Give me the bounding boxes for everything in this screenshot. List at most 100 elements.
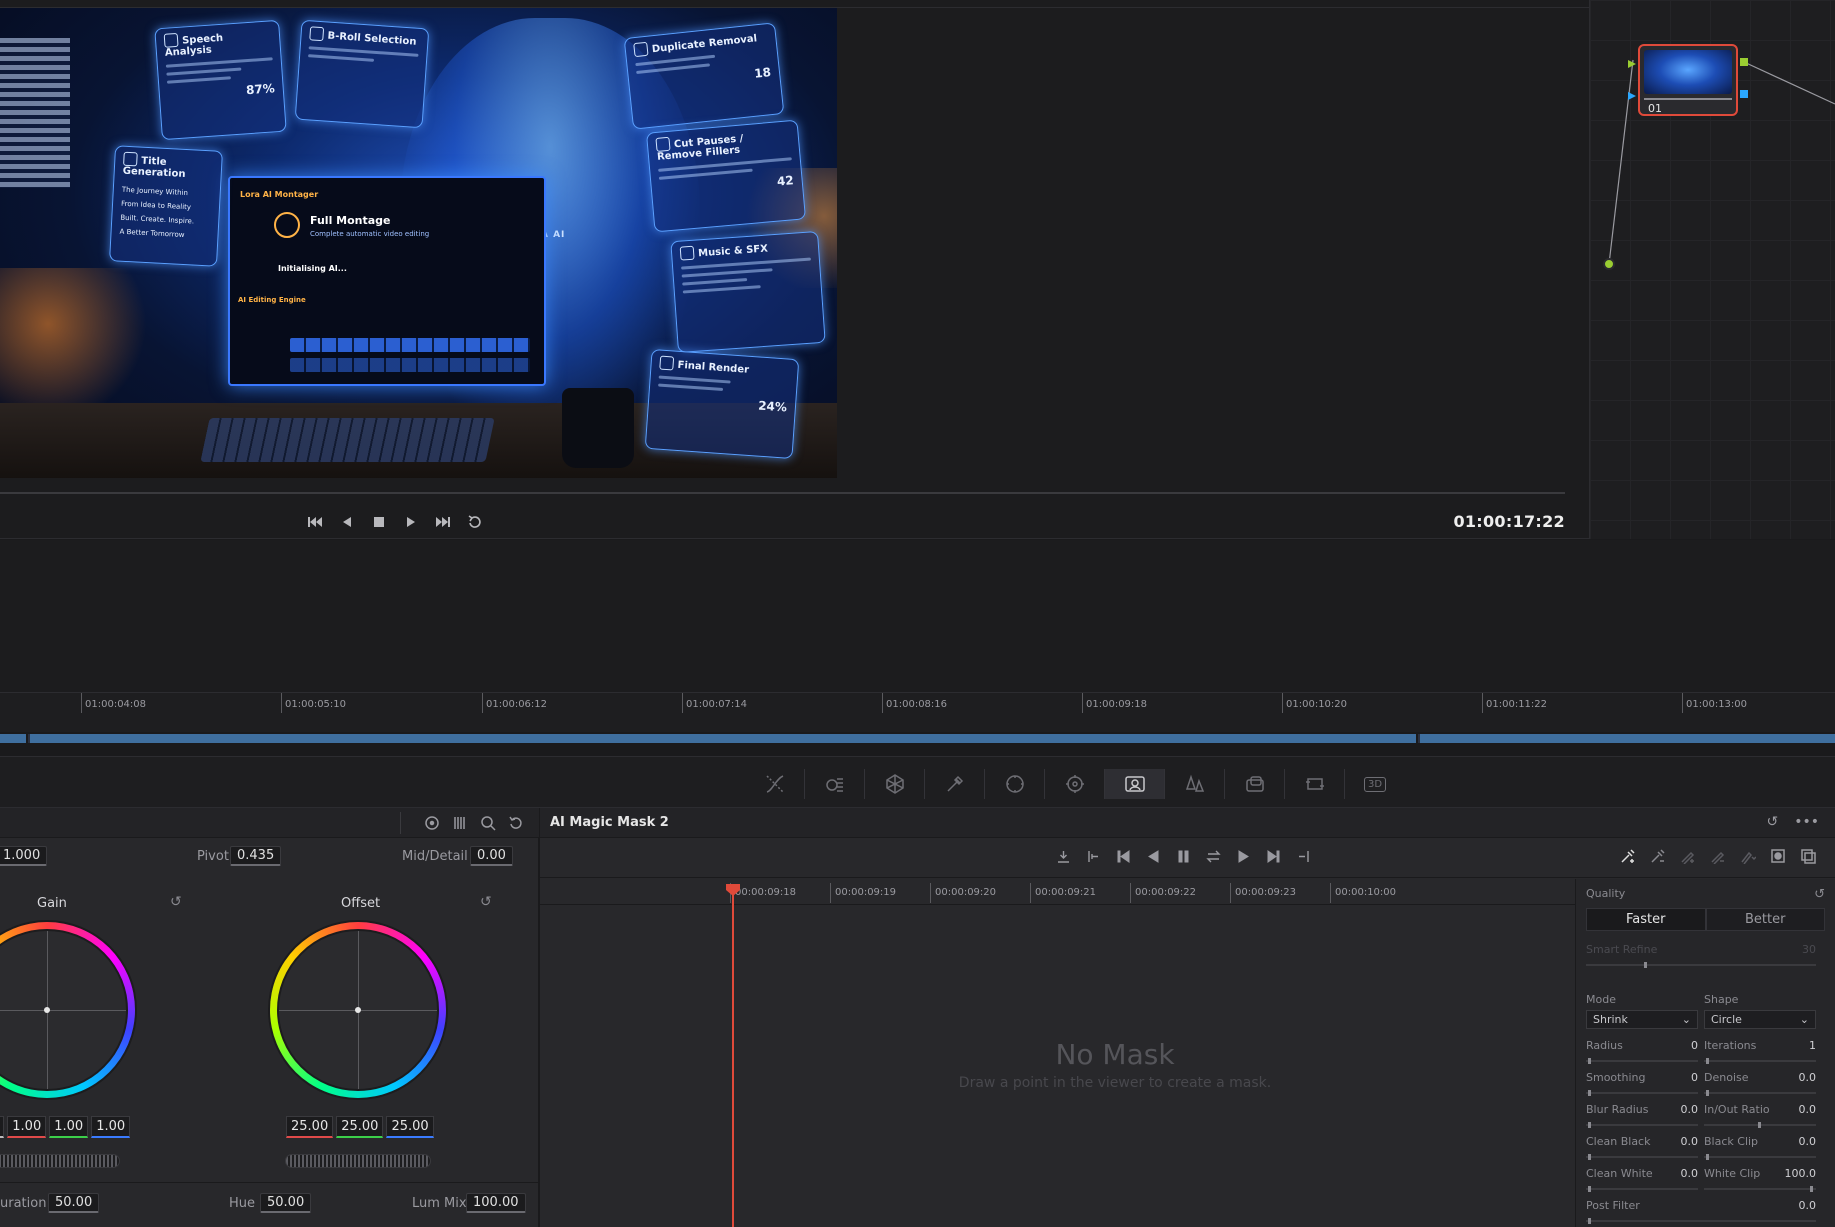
gain-green-field[interactable]: 1.00: [49, 1116, 89, 1138]
gain-master-field[interactable]: 0: [0, 1116, 5, 1138]
color-warper-icon[interactable]: [805, 769, 865, 799]
lum-mix-field[interactable]: 100.00: [466, 1193, 526, 1213]
viewer-frame[interactable]: LORA AI Lora AI Montager Full Montage Co…: [0, 8, 837, 478]
iterations-slider[interactable]: Iterations 1: [1704, 1039, 1816, 1064]
card-title-generation: Title Generation The Journey Within From…: [109, 145, 223, 267]
clean-black-slider[interactable]: Clean Black 0.0: [1586, 1135, 1698, 1160]
color-node-01[interactable]: 01: [1638, 44, 1738, 116]
mode-dropdown[interactable]: Shrink ⌄: [1586, 1010, 1698, 1029]
eyedropper-icon[interactable]: [925, 769, 985, 799]
skip-to-end-button[interactable]: [432, 511, 454, 533]
mark-in-icon[interactable]: [1085, 848, 1102, 865]
timeline-track: [0, 734, 1835, 743]
primaries-bars-icon[interactable]: [451, 814, 469, 832]
offset-wheel[interactable]: [270, 922, 446, 1098]
monitor-engine: AI Editing Engine: [238, 296, 306, 304]
quality-toggle: Faster Better: [1586, 908, 1825, 931]
skip-to-start-button[interactable]: [304, 511, 326, 533]
timeline-ruler[interactable]: 01:00:04:08 01:00:05:10 01:00:06:12 01:0…: [0, 692, 1835, 732]
gain-blue-field[interactable]: 1.00: [91, 1116, 131, 1138]
clean-white-slider[interactable]: Clean White 0.0: [1586, 1167, 1698, 1192]
blur-icon[interactable]: [1165, 769, 1225, 799]
hsl-qualifier-icon[interactable]: [865, 769, 925, 799]
timeline-tick: 01:00:13:00: [1682, 693, 1747, 713]
mask-playhead[interactable]: [732, 886, 734, 1227]
mask-ruler[interactable]: 00:00:09:18 00:00:09:19 00:00:09:20 00:0…: [540, 879, 1575, 905]
overlay-icon[interactable]: [1769, 847, 1787, 865]
gain-wheel[interactable]: [0, 922, 135, 1098]
timeline-clip[interactable]: [30, 734, 1418, 743]
track-forward-icon[interactable]: [1235, 848, 1252, 865]
play-reverse-button[interactable]: [336, 511, 358, 533]
log-wheels-icon[interactable]: [479, 814, 497, 832]
node-key-output-port[interactable]: [1740, 90, 1748, 98]
white-clip-slider[interactable]: White Clip 100.0: [1704, 1167, 1816, 1192]
source-node-pin[interactable]: [1603, 258, 1615, 270]
skip-to-start-icon[interactable]: [1115, 848, 1132, 865]
hue-field[interactable]: 50.00: [260, 1193, 312, 1213]
smart-refine-slider[interactable]: Smart Refine 30: [1586, 943, 1816, 968]
pen-add-icon[interactable]: [1679, 847, 1697, 865]
radius-slider[interactable]: Radius 0: [1586, 1039, 1698, 1064]
key-icon[interactable]: [1225, 769, 1285, 799]
timeline-empty-area: [0, 540, 1835, 692]
track-bidirectional-icon[interactable]: [1205, 848, 1222, 865]
reset-icon[interactable]: ↺: [1766, 814, 1778, 830]
stop-button[interactable]: [368, 511, 390, 533]
pen-subtract-icon[interactable]: [1709, 847, 1727, 865]
pivot-field[interactable]: 0.435: [230, 846, 282, 866]
contrast-field[interactable]: 1.000: [0, 846, 48, 866]
more-options-icon[interactable]: •••: [1794, 814, 1819, 830]
mid-detail-field[interactable]: 0.00: [470, 846, 513, 866]
blur-radius-slider[interactable]: Blur Radius 0.0: [1586, 1103, 1698, 1128]
gain-jog-wheel[interactable]: [0, 1154, 120, 1168]
mask-view-icon[interactable]: [1799, 847, 1817, 865]
sizing-icon[interactable]: [1285, 769, 1345, 799]
loop-icon[interactable]: [464, 511, 486, 533]
black-clip-slider[interactable]: Black Clip 0.0: [1704, 1135, 1816, 1160]
reset-icon[interactable]: [507, 814, 525, 832]
pen-options-icon[interactable]: [1739, 847, 1757, 865]
viewer-scrubber[interactable]: [0, 492, 1565, 494]
play-button[interactable]: [400, 511, 422, 533]
tracker-icon[interactable]: [1045, 769, 1105, 799]
track-reverse-icon[interactable]: [1145, 848, 1162, 865]
gain-red-field[interactable]: 1.00: [7, 1116, 47, 1138]
mark-out-icon[interactable]: [1295, 848, 1312, 865]
3d-icon[interactable]: 3D: [1345, 769, 1405, 799]
offset-red-field[interactable]: 25.00: [286, 1116, 334, 1138]
primaries-wheels-icon[interactable]: [423, 814, 441, 832]
window-icon[interactable]: [985, 769, 1045, 799]
add-point-icon[interactable]: [1619, 847, 1637, 865]
quality-reset-icon[interactable]: ↺: [1814, 887, 1825, 902]
in-out-ratio-slider[interactable]: In/Out Ratio 0.0: [1704, 1103, 1817, 1128]
offset-jog-wheel[interactable]: [285, 1154, 431, 1168]
pause-icon[interactable]: [1175, 848, 1192, 865]
offset-green-field[interactable]: 25.00: [336, 1116, 384, 1138]
shape-dropdown[interactable]: Circle ⌄: [1704, 1010, 1816, 1029]
magic-mask-icon[interactable]: [1105, 769, 1165, 799]
better-button[interactable]: Better: [1705, 908, 1825, 931]
offset-puck[interactable]: [355, 1007, 361, 1013]
smoothing-slider[interactable]: Smoothing 0: [1586, 1071, 1698, 1096]
denoise-slider[interactable]: Denoise 0.0: [1704, 1071, 1816, 1096]
wheels-header: [0, 808, 539, 838]
timeline-clip[interactable]: [0, 734, 28, 743]
faster-button[interactable]: Faster: [1586, 908, 1706, 931]
timeline-clip[interactable]: [1420, 734, 1835, 743]
curves-icon[interactable]: [745, 769, 805, 799]
mask-tick: 00:00:09:22: [1130, 883, 1196, 903]
gain-puck[interactable]: [44, 1007, 50, 1013]
card-percentage: 24%: [757, 398, 788, 415]
node-output-port[interactable]: [1740, 58, 1748, 66]
post-filter-slider[interactable]: Post Filter 0.0: [1586, 1199, 1816, 1224]
gain-reset-icon[interactable]: ↺: [170, 894, 182, 910]
offset-reset-icon[interactable]: ↺: [480, 894, 492, 910]
saturation-field[interactable]: 50.00: [48, 1193, 100, 1213]
offset-title: Offset: [341, 896, 381, 911]
slider-value: 0.0: [1798, 1103, 1817, 1116]
track-to-point-icon[interactable]: [1055, 848, 1072, 865]
subtract-point-icon[interactable]: [1649, 847, 1667, 865]
skip-to-end-icon[interactable]: [1265, 848, 1282, 865]
offset-blue-field[interactable]: 25.00: [386, 1116, 434, 1138]
